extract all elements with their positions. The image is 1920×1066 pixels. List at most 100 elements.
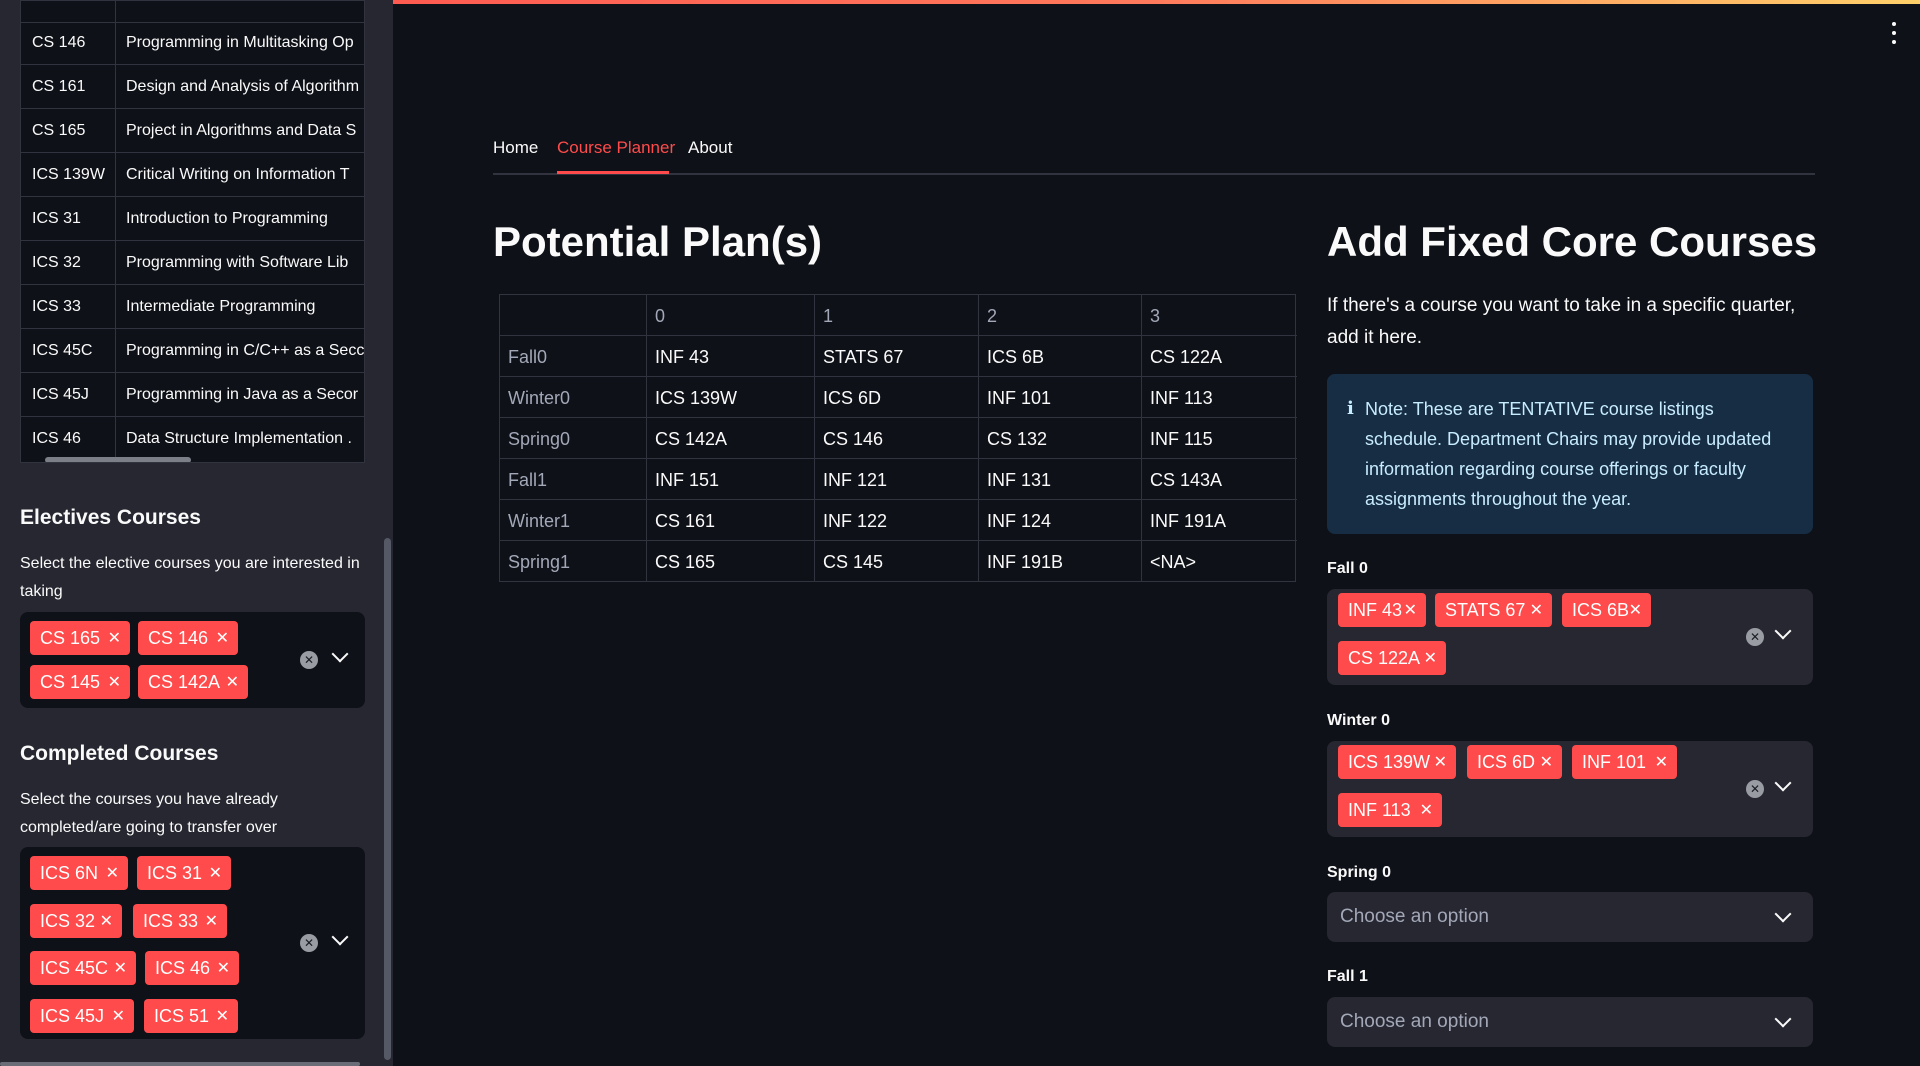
remove-tag-icon[interactable]: ✕ [1420,800,1433,820]
table-row[interactable]: ICS 45J Programming in Java as a Secor [21,373,364,417]
table-cell[interactable]: INF 151 [647,459,815,500]
remove-tag-icon[interactable]: ✕ [108,672,121,692]
course-title-cell[interactable]: Intermediate Programming [116,285,364,329]
remove-tag-icon[interactable]: ✕ [1530,600,1543,620]
course-code-cell[interactable]: ICS 139W [21,153,116,197]
clear-all-icon[interactable]: ✕ [300,651,318,669]
table-cell[interactable]: INF 43 [647,336,815,377]
table-row[interactable]: ICS 33 Intermediate Programming [21,285,364,329]
course-code-cell[interactable]: CS 165 [21,109,116,153]
course-title-cell[interactable]: Project in Algorithms and Data S [116,109,364,153]
fall0-multiselect[interactable]: INF 43 ✕ STATS 67 ✕ ICS 6B ✕ CS 122A ✕ ✕ [1327,589,1813,685]
table-cell[interactable]: INF 191A [1142,500,1297,541]
column-header[interactable]: 1 [815,295,979,336]
remove-tag-icon[interactable]: ✕ [108,628,121,648]
table-cell[interactable]: ICS 6B [979,336,1142,377]
fall1-select[interactable]: Choose an option [1327,997,1813,1047]
course-code-cell[interactable]: CS 161 [21,65,116,109]
remove-tag-icon[interactable]: ✕ [114,958,127,978]
course-code-cell[interactable]: ICS 45C [21,329,116,373]
course-title-cell[interactable]: Programming with Software Lib [116,241,364,285]
course-code-cell[interactable]: ICS 31 [21,197,116,241]
course-tag[interactable]: INF 43 ✕ [1338,593,1426,627]
course-dataframe[interactable]: CS 146 Programming in Multitasking Op CS… [20,0,365,463]
remove-tag-icon[interactable]: ✕ [1404,600,1417,620]
tab-course-planner[interactable]: Course Planner [557,138,675,158]
course-tag[interactable]: ICS 139W ✕ [1338,745,1456,779]
table-row[interactable]: CS 146 Programming in Multitasking Op [21,21,364,65]
clear-all-icon[interactable]: ✕ [300,934,318,952]
table-cell[interactable]: CS 143A [1142,459,1297,500]
remove-tag-icon[interactable]: ✕ [1540,752,1553,772]
clear-all-icon[interactable]: ✕ [1746,628,1764,646]
table-horizontal-scrollbar[interactable] [45,457,191,462]
remove-tag-icon[interactable]: ✕ [216,1006,229,1026]
course-tag[interactable]: STATS 67 ✕ [1435,593,1552,627]
remove-tag-icon[interactable]: ✕ [205,911,218,931]
sidebar-scrollbar[interactable] [384,538,391,1060]
spring0-select[interactable]: Choose an option [1327,892,1813,942]
remove-tag-icon[interactable]: ✕ [1434,752,1447,772]
completed-tag[interactable]: ICS 31 ✕ [137,856,231,890]
plans-table[interactable]: 0 1 2 3 Fall0 INF 43 STATS 67 ICS 6B CS … [499,294,1297,582]
column-header[interactable]: 0 [647,295,815,336]
table-cell[interactable]: INF 113 [1142,377,1297,418]
table-cell[interactable]: INF 122 [815,500,979,541]
completed-tag[interactable]: ICS 33 ✕ [133,904,227,938]
course-title-cell[interactable]: Programming in Java as a Secor [116,373,364,417]
course-code-cell[interactable]: CS 146 [21,21,116,65]
table-cell[interactable]: INF 191B [979,541,1142,582]
column-header[interactable]: 2 [979,295,1142,336]
remove-tag-icon[interactable]: ✕ [100,911,113,931]
remove-tag-icon[interactable]: ✕ [217,958,230,978]
chevron-down-icon[interactable] [1774,905,1792,923]
chevron-down-icon[interactable] [1774,622,1792,640]
table-cell[interactable]: INF 121 [815,459,979,500]
table-cell[interactable]: CS 165 [647,541,815,582]
completed-tag[interactable]: ICS 51 ✕ [144,999,238,1033]
table-row[interactable]: ICS 32 Programming with Software Lib [21,241,364,285]
table-cell[interactable]: STATS 67 [815,336,979,377]
electives-tag[interactable]: CS 142A ✕ [138,665,248,699]
table-row[interactable]: ICS 139W Critical Writing on Information… [21,153,364,197]
remove-tag-icon[interactable]: ✕ [1655,752,1668,772]
course-title-cell[interactable]: Design and Analysis of Algorithm [116,65,364,109]
table-row[interactable]: ICS 46 Data Structure Implementation . [21,417,364,461]
table-cell[interactable]: CS 145 [815,541,979,582]
remove-tag-icon[interactable]: ✕ [209,863,222,883]
winter0-multiselect[interactable]: ICS 139W ✕ ICS 6D ✕ INF 101 ✕ INF 113 ✕ ✕ [1327,741,1813,837]
table-cell[interactable]: CS 161 [647,500,815,541]
table-row[interactable]: ICS 31 Introduction to Programming [21,197,364,241]
table-cell[interactable]: INF 115 [1142,418,1297,459]
table-row[interactable]: ICS 45C Programming in C/C++ as a Secc [21,329,364,373]
course-code-cell[interactable]: ICS 46 [21,417,116,461]
remove-tag-icon[interactable]: ✕ [106,863,119,883]
table-cell[interactable]: CS 122A [1142,336,1297,377]
table-row[interactable]: CS 165 Project in Algorithms and Data S [21,109,364,153]
table-cell[interactable]: INF 131 [979,459,1142,500]
remove-tag-icon[interactable]: ✕ [1424,648,1437,668]
table-cell[interactable]: INF 124 [979,500,1142,541]
remove-tag-icon[interactable]: ✕ [112,1006,125,1026]
course-tag[interactable]: ICS 6B ✕ [1562,593,1651,627]
course-code-cell[interactable]: ICS 32 [21,241,116,285]
course-title-cell[interactable]: Programming in C/C++ as a Secc [116,329,364,373]
tab-home[interactable]: Home [493,138,538,158]
table-cell[interactable]: ICS 139W [647,377,815,418]
table-cell[interactable]: <NA> [1142,541,1297,582]
completed-tag[interactable]: ICS 6N ✕ [30,856,128,890]
tab-about[interactable]: About [688,138,732,158]
electives-tag[interactable]: CS 146 ✕ [138,621,238,655]
chevron-down-icon[interactable] [1774,774,1792,792]
course-code-cell[interactable]: ICS 45J [21,373,116,417]
course-tag[interactable]: INF 101 ✕ [1572,745,1677,779]
clear-all-icon[interactable]: ✕ [1746,780,1764,798]
column-header[interactable]: 3 [1142,295,1297,336]
table-cell[interactable]: INF 101 [979,377,1142,418]
completed-multiselect[interactable]: ICS 6N ✕ ICS 31 ✕ ICS 32 ✕ ICS 33 ✕ ICS 45C ✕… [20,847,365,1039]
course-title-cell[interactable]: Critical Writing on Information T [116,153,364,197]
course-title-cell[interactable]: Data Structure Implementation . [116,417,364,461]
completed-tag[interactable]: ICS 45J ✕ [30,999,134,1033]
remove-tag-icon[interactable]: ✕ [1629,600,1642,620]
course-tag[interactable]: CS 122A ✕ [1338,641,1446,675]
